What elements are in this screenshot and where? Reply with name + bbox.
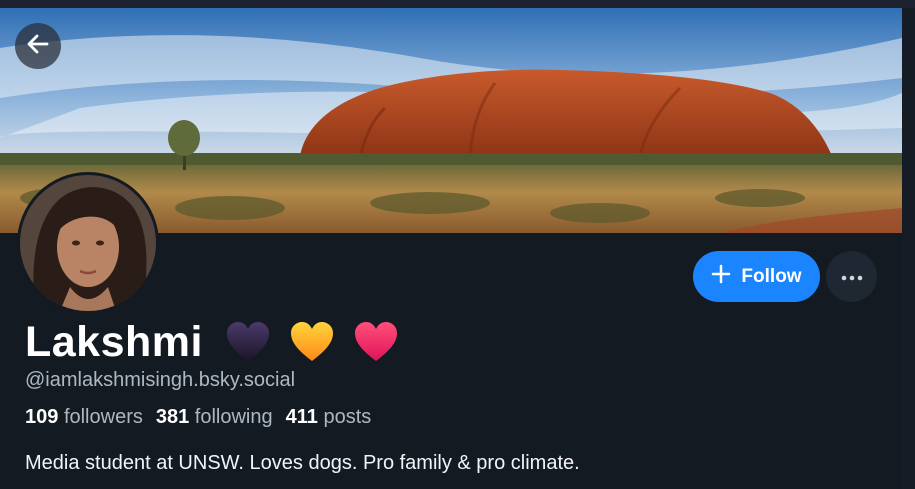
posts-stat: 411 posts — [286, 406, 372, 429]
follow-label: Follow — [741, 265, 802, 287]
back-button[interactable] — [15, 23, 61, 69]
following-label: following — [194, 406, 273, 428]
followers-count: 109 — [25, 406, 59, 428]
pink-heart-icon — [354, 322, 397, 361]
followers-label: followers — [63, 406, 143, 428]
ellipsis-icon — [841, 268, 863, 286]
black-heart-icon — [226, 322, 269, 361]
posts-label: posts — [323, 406, 372, 428]
follow-button[interactable]: Follow — [693, 251, 820, 302]
avatar[interactable] — [17, 172, 159, 314]
following-count: 381 — [155, 406, 190, 428]
followers-stat[interactable]: 109 followers — [25, 406, 143, 429]
window-top-strip — [0, 0, 915, 8]
name-row: Lakshmi — [25, 316, 399, 368]
posts-count: 411 — [285, 406, 318, 428]
yellow-heart-icon — [290, 322, 333, 361]
profile-bio: Media student at UNSW. Loves dogs. Pro f… — [25, 452, 580, 474]
profile-handle: @iamlakshmisingh.bsky.social — [25, 369, 296, 391]
more-options-button[interactable] — [826, 251, 877, 302]
following-stat[interactable]: 381 following — [156, 406, 273, 429]
scrollbar-gutter — [902, 8, 915, 489]
display-name: Lakshmi — [25, 317, 203, 366]
profile-stats: 109 followers 381 following 411 posts — [25, 406, 371, 429]
plus-icon — [711, 264, 731, 290]
arrow-left-icon — [25, 31, 51, 62]
